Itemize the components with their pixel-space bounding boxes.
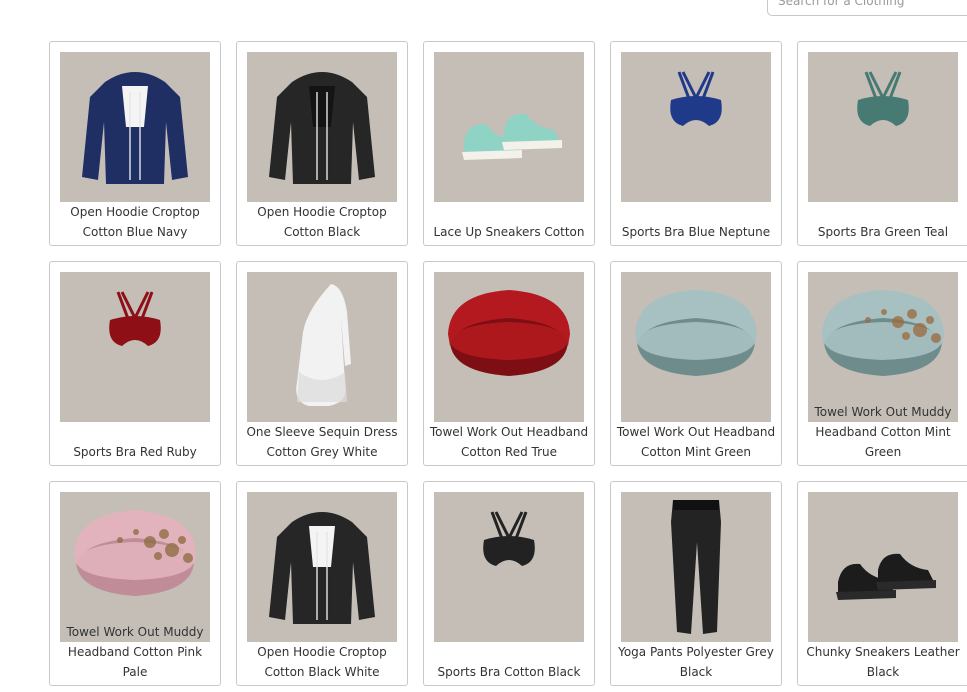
sports-bra-icon [857, 71, 909, 126]
thumbnail [621, 492, 771, 642]
dress-icon [296, 284, 351, 406]
clothing-label: Open Hoodie Croptop Cotton Black White [257, 645, 387, 679]
thumbnail [60, 492, 210, 642]
clothing-card[interactable]: Open Hoodie Croptop Cotton Blue Navy [49, 41, 221, 246]
leggings-icon [671, 500, 721, 634]
thumbnail [434, 52, 584, 202]
thumbnail [808, 272, 958, 422]
clothing-card[interactable]: One Sleeve Sequin Dress Cotton Grey Whit… [236, 261, 408, 466]
thumbnail [247, 272, 397, 422]
thumbnail [247, 52, 397, 202]
clothing-card[interactable]: Open Hoodie Croptop Cotton Black [236, 41, 408, 246]
clothing-card[interactable]: Open Hoodie Croptop Cotton Black White [236, 481, 408, 686]
clothing-label: Towel Work Out Muddy Headband Cotton Pin… [66, 625, 204, 679]
clothing-card[interactable]: Towel Work Out Headband Cotton Red True [423, 261, 595, 466]
thumbnail [60, 272, 210, 422]
thumbnail [434, 272, 584, 422]
clothing-card[interactable]: Sports Bra Red Ruby [49, 261, 221, 466]
clothing-label: Towel Work Out Muddy Headband Cotton Min… [814, 405, 952, 459]
headband-muddy-icon [822, 290, 944, 376]
thumbnail [621, 52, 771, 202]
clothing-label: Sports Bra Green Teal [817, 225, 949, 239]
hoodie-icon [82, 72, 188, 184]
clothing-card[interactable]: Towel Work Out Muddy Headband Cotton Min… [797, 261, 967, 466]
thumbnail [247, 492, 397, 642]
hoodie-icon [269, 72, 375, 184]
clothing-card[interactable]: Towel Work Out Headband Cotton Mint Gree… [610, 261, 782, 466]
clothing-label: Towel Work Out Headband Cotton Red True [429, 425, 589, 459]
clothing-label: Open Hoodie Croptop Cotton Blue Navy [70, 205, 200, 239]
clothing-card[interactable]: Yoga Pants Polyester Grey Black [610, 481, 782, 686]
clothing-label: Lace Up Sneakers Cotton [433, 225, 585, 239]
thumbnail [808, 52, 958, 202]
clothing-card[interactable]: Sports Bra Blue Neptune [610, 41, 782, 246]
clothing-label: Towel Work Out Headband Cotton Mint Gree… [616, 425, 776, 459]
clothing-card[interactable]: Chunky Sneakers Leather Black [797, 481, 967, 686]
clothing-label: Yoga Pants Polyester Grey Black [618, 645, 774, 679]
clothing-label: Chunky Sneakers Leather Black [806, 645, 960, 679]
sneakers-icon [836, 553, 936, 600]
sports-bra-icon [109, 291, 161, 346]
thumbnail [60, 52, 210, 202]
clothing-grid: Open Hoodie Croptop Cotton Blue Navy Ope… [49, 41, 967, 686]
clothing-label: Open Hoodie Croptop Cotton Black [257, 205, 387, 239]
thumbnail [808, 492, 958, 642]
clothing-card[interactable]: Lace Up Sneakers Cotton [423, 41, 595, 246]
thumbnail [434, 492, 584, 642]
clothing-card[interactable]: Towel Work Out Muddy Headband Cotton Pin… [49, 481, 221, 686]
headband-icon [448, 290, 570, 376]
clothing-label: Sports Bra Blue Neptune [621, 225, 771, 239]
headband-icon [635, 290, 757, 376]
search-input[interactable] [767, 0, 967, 16]
headband-muddy-icon [74, 510, 196, 596]
clothing-label: Sports Bra Red Ruby [73, 445, 197, 459]
clothing-card[interactable]: Sports Bra Green Teal [797, 41, 967, 246]
clothing-label: One Sleeve Sequin Dress Cotton Grey Whit… [246, 425, 398, 459]
clothing-label: Sports Bra Cotton Black [437, 665, 581, 679]
hoodie-icon [269, 512, 375, 624]
sports-bra-icon [670, 71, 722, 126]
thumbnail [621, 272, 771, 422]
sports-bra-icon [483, 511, 535, 566]
clothing-card[interactable]: Sports Bra Cotton Black [423, 481, 595, 686]
sneakers-icon [462, 113, 562, 160]
